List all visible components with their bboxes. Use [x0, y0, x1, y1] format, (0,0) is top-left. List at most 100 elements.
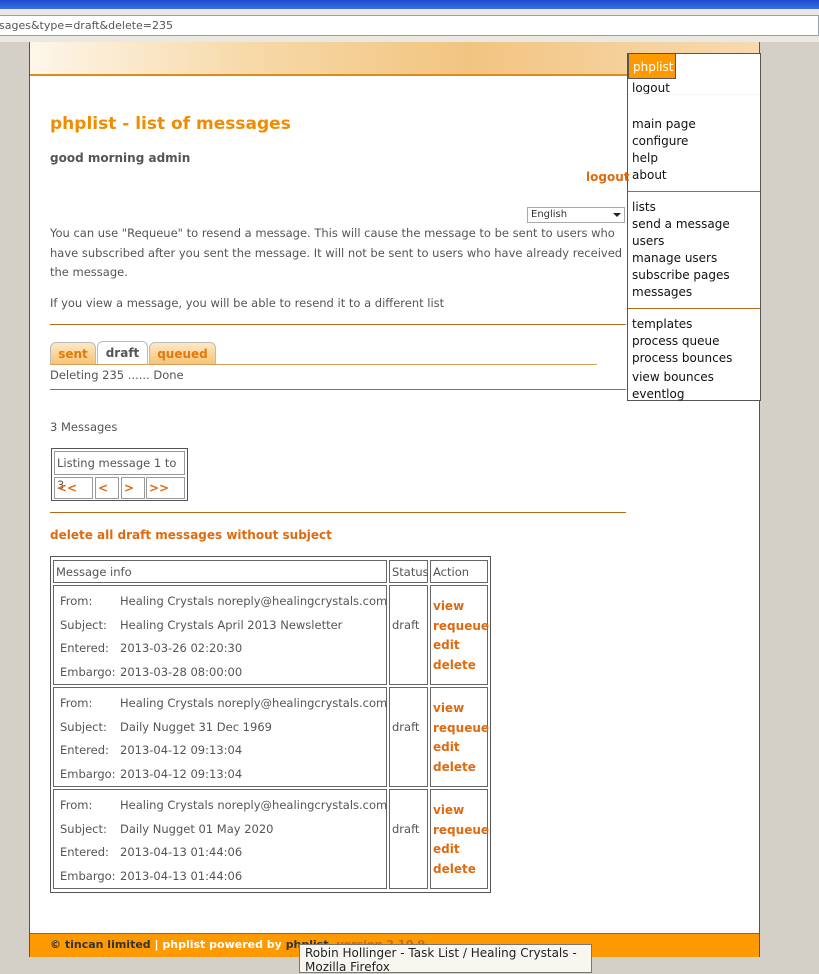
action-cell: view requeue edit delete	[430, 585, 489, 685]
requeue-info: You can use "Requeue" to resend a messag…	[50, 226, 623, 279]
menu-item-manage-users[interactable]: manage users	[632, 250, 717, 266]
table-row: From: Healing Crystals noreply@healingcr…	[53, 789, 387, 889]
status-cell: draft	[389, 585, 428, 685]
from-label: From:	[60, 594, 93, 608]
divider	[50, 324, 626, 325]
embargo-label: Embargo:	[60, 767, 116, 781]
menu-separator	[628, 308, 760, 309]
greeting: good morning admin	[50, 151, 191, 165]
action-cell: view requeue edit delete	[430, 789, 489, 889]
tab-underline	[50, 364, 597, 365]
page-title: phplist - list of messages	[50, 114, 291, 134]
entered-value: 2013-04-13 01:44:06	[120, 845, 243, 859]
page-container: phplist logout main page configure help …	[29, 42, 761, 957]
edit-link[interactable]: edit	[433, 638, 460, 652]
subject-label: Subject:	[60, 822, 107, 836]
pager-first-button[interactable]: <<	[54, 477, 93, 499]
pager-caption: Listing message 1 to 3	[54, 451, 185, 492]
view-link[interactable]: view	[433, 599, 464, 613]
url-input[interactable]: sages&type=draft&delete=235	[0, 15, 819, 36]
subject-value: Healing Crystals April 2013 Newsletter	[120, 618, 343, 632]
menu-item-messages[interactable]: messages	[632, 284, 692, 300]
subject-value: Daily Nugget 01 May 2020	[120, 822, 274, 836]
window-titlebar	[0, 0, 819, 9]
entered-label: Entered:	[60, 845, 109, 859]
side-menu: phplist logout main page configure help …	[627, 53, 761, 401]
status-cell: draft	[389, 687, 428, 787]
tab-sent[interactable]: sent	[50, 342, 96, 364]
edit-link[interactable]: edit	[433, 842, 460, 856]
requeue-link[interactable]: requeue	[433, 619, 489, 633]
from-value: Healing Crystals noreply@healingcrystals…	[120, 798, 388, 812]
table-row: From: Healing Crystals noreply@healingcr…	[53, 687, 387, 787]
menu-brand[interactable]: phplist	[628, 53, 676, 79]
tab-draft[interactable]: draft	[97, 341, 148, 365]
menu-item-process-bounces[interactable]: process bounces	[632, 350, 732, 366]
from-value: Healing Crystals noreply@healingcrystals…	[120, 594, 388, 608]
view-info: If you view a message, you will be able …	[50, 296, 445, 310]
header-status: Status	[389, 560, 429, 583]
menu-separator	[628, 191, 760, 192]
divider	[50, 389, 626, 390]
subject-label: Subject:	[60, 618, 107, 632]
embargo-label: Embargo:	[60, 869, 116, 883]
subject-value: Daily Nugget 31 Dec 1969	[120, 720, 272, 734]
embargo-value: 2013-04-12 09:13:04	[120, 767, 243, 781]
menu-item-users[interactable]: users	[632, 233, 664, 249]
table-row: From: Healing Crystals noreply@healingcr…	[53, 585, 387, 685]
entered-label: Entered:	[60, 641, 109, 655]
embargo-value: 2013-04-13 01:44:06	[120, 869, 243, 883]
subject-label: Subject:	[60, 720, 107, 734]
footer-separator: |	[154, 938, 159, 951]
embargo-value: 2013-03-28 08:00:00	[120, 665, 243, 679]
pager: Listing message 1 to 3 << < > >>	[51, 448, 188, 501]
from-value: Healing Crystals noreply@healingcrystals…	[120, 696, 388, 710]
view-link[interactable]: view	[433, 803, 464, 817]
delete-link[interactable]: delete	[433, 658, 476, 672]
requeue-link[interactable]: requeue	[433, 823, 489, 837]
view-link[interactable]: view	[433, 701, 464, 715]
menu-item-main-page[interactable]: main page	[632, 116, 696, 132]
menu-item-configure[interactable]: configure	[632, 133, 688, 149]
menu-item-eventlog[interactable]: eventlog	[632, 386, 684, 402]
menu-item-view-bounces[interactable]: view bounces	[632, 369, 714, 385]
requeue-link[interactable]: requeue	[433, 721, 489, 735]
menu-item-lists[interactable]: lists	[632, 199, 656, 215]
delete-all-drafts-link[interactable]: delete all draft messages without subjec…	[50, 528, 332, 542]
pager-last-button[interactable]: >>	[146, 477, 185, 499]
chevron-down-icon	[613, 213, 621, 217]
entered-value: 2013-03-26 02:20:30	[120, 641, 243, 655]
delete-link[interactable]: delete	[433, 760, 476, 774]
address-bar: sages&type=draft&delete=235	[0, 9, 819, 42]
menu-item-send-message[interactable]: send a message	[632, 216, 730, 232]
footer-copyright: © tincan limited	[50, 938, 151, 951]
divider	[50, 512, 626, 513]
menu-item-process-queue[interactable]: process queue	[632, 333, 720, 349]
status-cell: draft	[389, 789, 428, 889]
menu-item-help[interactable]: help	[632, 150, 658, 166]
tab-queued[interactable]: queued	[149, 342, 216, 364]
embargo-label: Embargo:	[60, 665, 116, 679]
header-action: Action	[430, 560, 488, 583]
menu-item-about[interactable]: about	[632, 167, 667, 183]
edit-link[interactable]: edit	[433, 740, 460, 754]
pager-next-button[interactable]: >	[121, 477, 145, 499]
status-message: Deleting 235 ...... Done	[50, 368, 184, 382]
from-label: From:	[60, 696, 93, 710]
from-label: From:	[60, 798, 93, 812]
message-count: 3 Messages	[50, 420, 118, 434]
language-value: English	[531, 209, 568, 220]
menu-item-subscribe-pages[interactable]: subscribe pages	[632, 267, 730, 283]
language-select[interactable]: English	[527, 207, 625, 223]
delete-link[interactable]: delete	[433, 862, 476, 876]
pager-prev-button[interactable]: <	[95, 477, 119, 499]
menu-row	[628, 80, 760, 95]
window-tooltip: Robin Hollinger - Task List / Healing Cr…	[299, 944, 592, 974]
footer-powered: phplist powered by	[162, 938, 282, 951]
menu-item-templates[interactable]: templates	[632, 316, 692, 332]
header-message-info: Message info	[53, 560, 387, 583]
action-cell: view requeue edit delete	[430, 687, 489, 787]
entered-value: 2013-04-12 09:13:04	[120, 743, 243, 757]
entered-label: Entered:	[60, 743, 109, 757]
logout-link[interactable]: logout	[586, 170, 629, 184]
